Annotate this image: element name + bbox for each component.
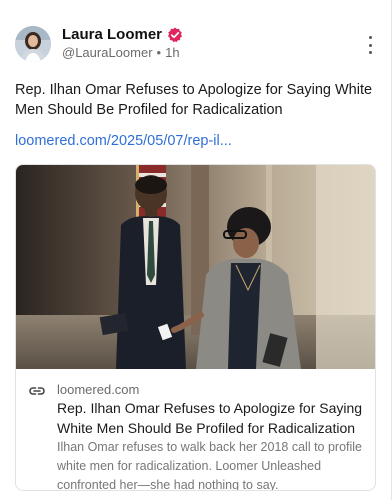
author-handle[interactable]: @LauraLoomer <box>62 45 153 61</box>
post-text: Rep. Ilhan Omar Refuses to Apologize for… <box>15 82 373 118</box>
link-preview-image[interactable] <box>16 165 375 369</box>
card-domain: loomered.com <box>57 382 140 397</box>
author-name[interactable]: Laura Loomer <box>62 26 162 44</box>
more-vertical-icon[interactable] <box>367 36 373 54</box>
verified-badge-icon <box>167 27 183 43</box>
post-timestamp[interactable]: 1h <box>165 45 179 61</box>
post-link[interactable]: loomered.com/2025/05/07/rep-il... <box>15 131 232 151</box>
avatar[interactable] <box>15 26 51 62</box>
card-description: Ilhan Omar refuses to walk back her 2018… <box>57 440 363 491</box>
author-name-row[interactable]: Laura Loomer <box>62 26 183 44</box>
link-icon <box>28 382 46 400</box>
meta-separator: • <box>156 45 162 60</box>
social-post: Laura Loomer @LauraLoomer • 1h Rep. Ilha… <box>0 0 392 500</box>
link-preview-card[interactable]: loomered.com Rep. Ilhan Omar Refuses to … <box>15 164 376 491</box>
link-preview-body: loomered.com Rep. Ilhan Omar Refuses to … <box>16 369 375 490</box>
author-meta: @LauraLoomer • 1h <box>62 45 180 61</box>
card-title[interactable]: Rep. Ilhan Omar Refuses to Apologize for… <box>57 398 369 438</box>
